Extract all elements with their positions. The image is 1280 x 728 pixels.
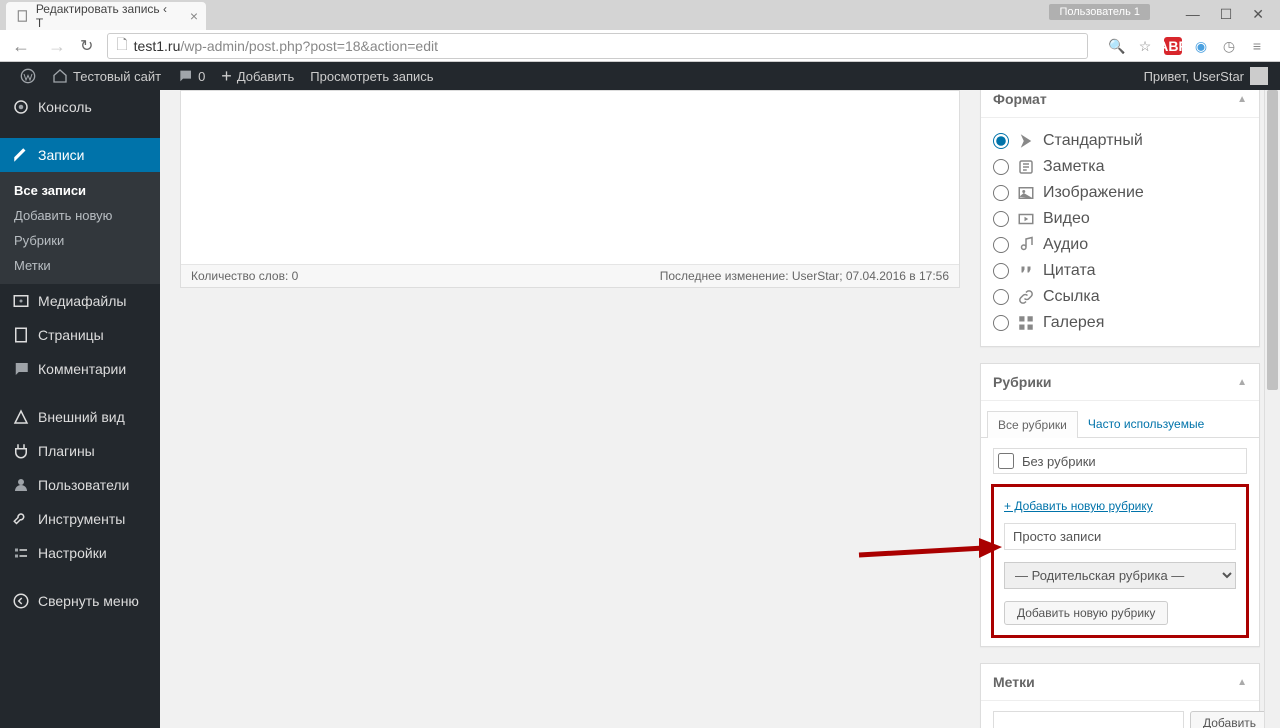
abp-icon[interactable]: ABP bbox=[1164, 37, 1182, 55]
format-aside[interactable]: Заметка bbox=[993, 154, 1247, 180]
user-badge[interactable]: Пользователь 1 bbox=[1049, 4, 1150, 20]
url-domain: test1.ru bbox=[134, 38, 181, 54]
minimize-icon[interactable]: — bbox=[1186, 6, 1200, 23]
nav-row: ← → ↻ 🗋 test1.ru/wp-admin/post.php?post=… bbox=[0, 30, 1280, 62]
format-quote[interactable]: Цитата bbox=[993, 258, 1247, 284]
zoom-icon[interactable]: 🔍 bbox=[1108, 37, 1126, 55]
sidebar-item-users[interactable]: Пользователи bbox=[0, 468, 160, 502]
url-path: /wp-admin/post.php?post=18&action=edit bbox=[180, 38, 438, 54]
back-icon[interactable]: ← bbox=[8, 36, 34, 57]
tab-row: Редактировать запись ‹ Т × Пользователь … bbox=[0, 0, 1280, 30]
categories-title[interactable]: Рубрики▲ bbox=[981, 364, 1259, 401]
tags-input[interactable] bbox=[993, 711, 1184, 728]
comments-count[interactable]: 0 bbox=[169, 62, 213, 90]
tags-metabox: Метки▲ Добавить bbox=[980, 663, 1260, 728]
tab-title: Редактировать запись ‹ Т bbox=[36, 2, 176, 30]
content-area: Количество слов: 0 Последнее изменение: … bbox=[160, 90, 1280, 728]
tab-frequent-categories[interactable]: Часто используемые bbox=[1078, 411, 1214, 438]
categories-metabox: Рубрики▲ Все рубрики Часто используемые … bbox=[980, 363, 1260, 647]
sidebar-item-comments[interactable]: Комментарии bbox=[0, 352, 160, 386]
sidebar-submenu-posts: Все записи Добавить новую Рубрики Метки bbox=[0, 172, 160, 284]
new-category-input[interactable] bbox=[1004, 523, 1236, 550]
reload-icon[interactable]: ↻ bbox=[80, 36, 93, 56]
add-category-button[interactable]: Добавить новую рубрику bbox=[1004, 601, 1168, 625]
main-column: Количество слов: 0 Последнее изменение: … bbox=[180, 90, 960, 728]
parent-category-select[interactable]: — Родительская рубрика — bbox=[1004, 562, 1236, 589]
submenu-categories[interactable]: Рубрики bbox=[0, 228, 160, 253]
format-standard[interactable]: Стандартный bbox=[993, 128, 1247, 154]
doc-icon: 🗋 bbox=[116, 34, 127, 58]
format-video[interactable]: Видео bbox=[993, 206, 1247, 232]
sidebar-item-plugins[interactable]: Плагины bbox=[0, 434, 160, 468]
close-window-icon[interactable]: ✕ bbox=[1252, 6, 1264, 23]
sidebar-collapse[interactable]: Свернуть меню bbox=[0, 584, 160, 618]
word-count: Количество слов: 0 bbox=[191, 269, 298, 283]
url-bar[interactable]: 🗋 test1.ru/wp-admin/post.php?post=18&act… bbox=[107, 33, 1088, 59]
greeting-text: Привет, UserStar bbox=[1144, 69, 1244, 84]
avatar-icon bbox=[1250, 67, 1268, 85]
format-gallery[interactable]: Галерея bbox=[993, 310, 1247, 336]
scrollbar-thumb[interactable] bbox=[1267, 90, 1278, 390]
side-column: Формат▲ Стандартный Заметка Изображение … bbox=[980, 90, 1260, 728]
ext-clock-icon[interactable]: ◷ bbox=[1220, 37, 1238, 55]
forward-icon: → bbox=[44, 36, 70, 57]
sidebar-item-pages[interactable]: Страницы bbox=[0, 318, 160, 352]
wp-logo[interactable] bbox=[12, 62, 44, 90]
sidebar-item-console[interactable]: Консоль bbox=[0, 90, 160, 124]
browser-chrome: Редактировать запись ‹ Т × Пользователь … bbox=[0, 0, 1280, 62]
format-link[interactable]: Ссылка bbox=[993, 284, 1247, 310]
tags-title[interactable]: Метки▲ bbox=[981, 664, 1259, 701]
toggle-icon[interactable]: ▲ bbox=[1237, 677, 1247, 688]
tab-all-categories[interactable]: Все рубрики bbox=[987, 411, 1078, 438]
category-uncategorized[interactable]: Без рубрики bbox=[993, 448, 1247, 474]
star-icon[interactable]: ☆ bbox=[1136, 37, 1154, 55]
sidebar-item-posts[interactable]: Записи bbox=[0, 138, 160, 172]
editor-box[interactable]: Количество слов: 0 Последнее изменение: … bbox=[180, 90, 960, 288]
submenu-add-new[interactable]: Добавить новую bbox=[0, 203, 160, 228]
last-edit: Последнее изменение: UserStar; 07.04.201… bbox=[660, 269, 949, 283]
toggle-icon[interactable]: ▲ bbox=[1237, 94, 1247, 105]
add-category-link[interactable]: + Добавить новую рубрику bbox=[1004, 499, 1153, 513]
admin-sidebar: Консоль Записи Все записи Добавить новую… bbox=[0, 90, 160, 728]
add-tag-button[interactable]: Добавить bbox=[1190, 711, 1269, 728]
submenu-tags[interactable]: Метки bbox=[0, 253, 160, 278]
browser-tab[interactable]: Редактировать запись ‹ Т × bbox=[6, 2, 206, 30]
editor-footer: Количество слов: 0 Последнее изменение: … bbox=[181, 264, 959, 287]
tags-row: Добавить bbox=[993, 711, 1247, 728]
menu-icon[interactable]: ≡ bbox=[1248, 37, 1266, 55]
format-title[interactable]: Формат▲ bbox=[981, 90, 1259, 118]
toggle-icon[interactable]: ▲ bbox=[1237, 377, 1247, 388]
format-image[interactable]: Изображение bbox=[993, 180, 1247, 206]
page-icon bbox=[16, 9, 30, 23]
add-category-panel: + Добавить новую рубрику — Родительская … bbox=[991, 484, 1249, 638]
sidebar-item-appearance[interactable]: Внешний вид bbox=[0, 400, 160, 434]
site-name[interactable]: Тестовый сайт bbox=[44, 62, 169, 90]
extension-icons: 🔍 ☆ ABP ◉ ◷ ≡ bbox=[1102, 37, 1272, 55]
submenu-all-posts[interactable]: Все записи bbox=[0, 178, 160, 203]
ext-globe-icon[interactable]: ◉ bbox=[1192, 37, 1210, 55]
format-audio[interactable]: Аудио bbox=[993, 232, 1247, 258]
format-metabox: Формат▲ Стандартный Заметка Изображение … bbox=[980, 90, 1260, 347]
category-tabs: Все рубрики Часто используемые bbox=[981, 411, 1259, 438]
add-new[interactable]: +Добавить bbox=[213, 62, 302, 90]
maximize-icon[interactable]: ☐ bbox=[1220, 6, 1233, 23]
vertical-scrollbar[interactable] bbox=[1264, 90, 1280, 728]
account-section[interactable]: Привет, UserStar bbox=[1144, 67, 1268, 85]
sidebar-item-settings[interactable]: Настройки bbox=[0, 536, 160, 570]
sidebar-item-media[interactable]: Медиафайлы bbox=[0, 284, 160, 318]
sidebar-item-tools[interactable]: Инструменты bbox=[0, 502, 160, 536]
wp-adminbar: Тестовый сайт 0 +Добавить Просмотреть за… bbox=[0, 62, 1280, 90]
close-icon[interactable]: × bbox=[190, 8, 198, 24]
window-controls: — ☐ ✕ bbox=[1180, 0, 1270, 29]
view-post[interactable]: Просмотреть запись bbox=[302, 62, 441, 90]
